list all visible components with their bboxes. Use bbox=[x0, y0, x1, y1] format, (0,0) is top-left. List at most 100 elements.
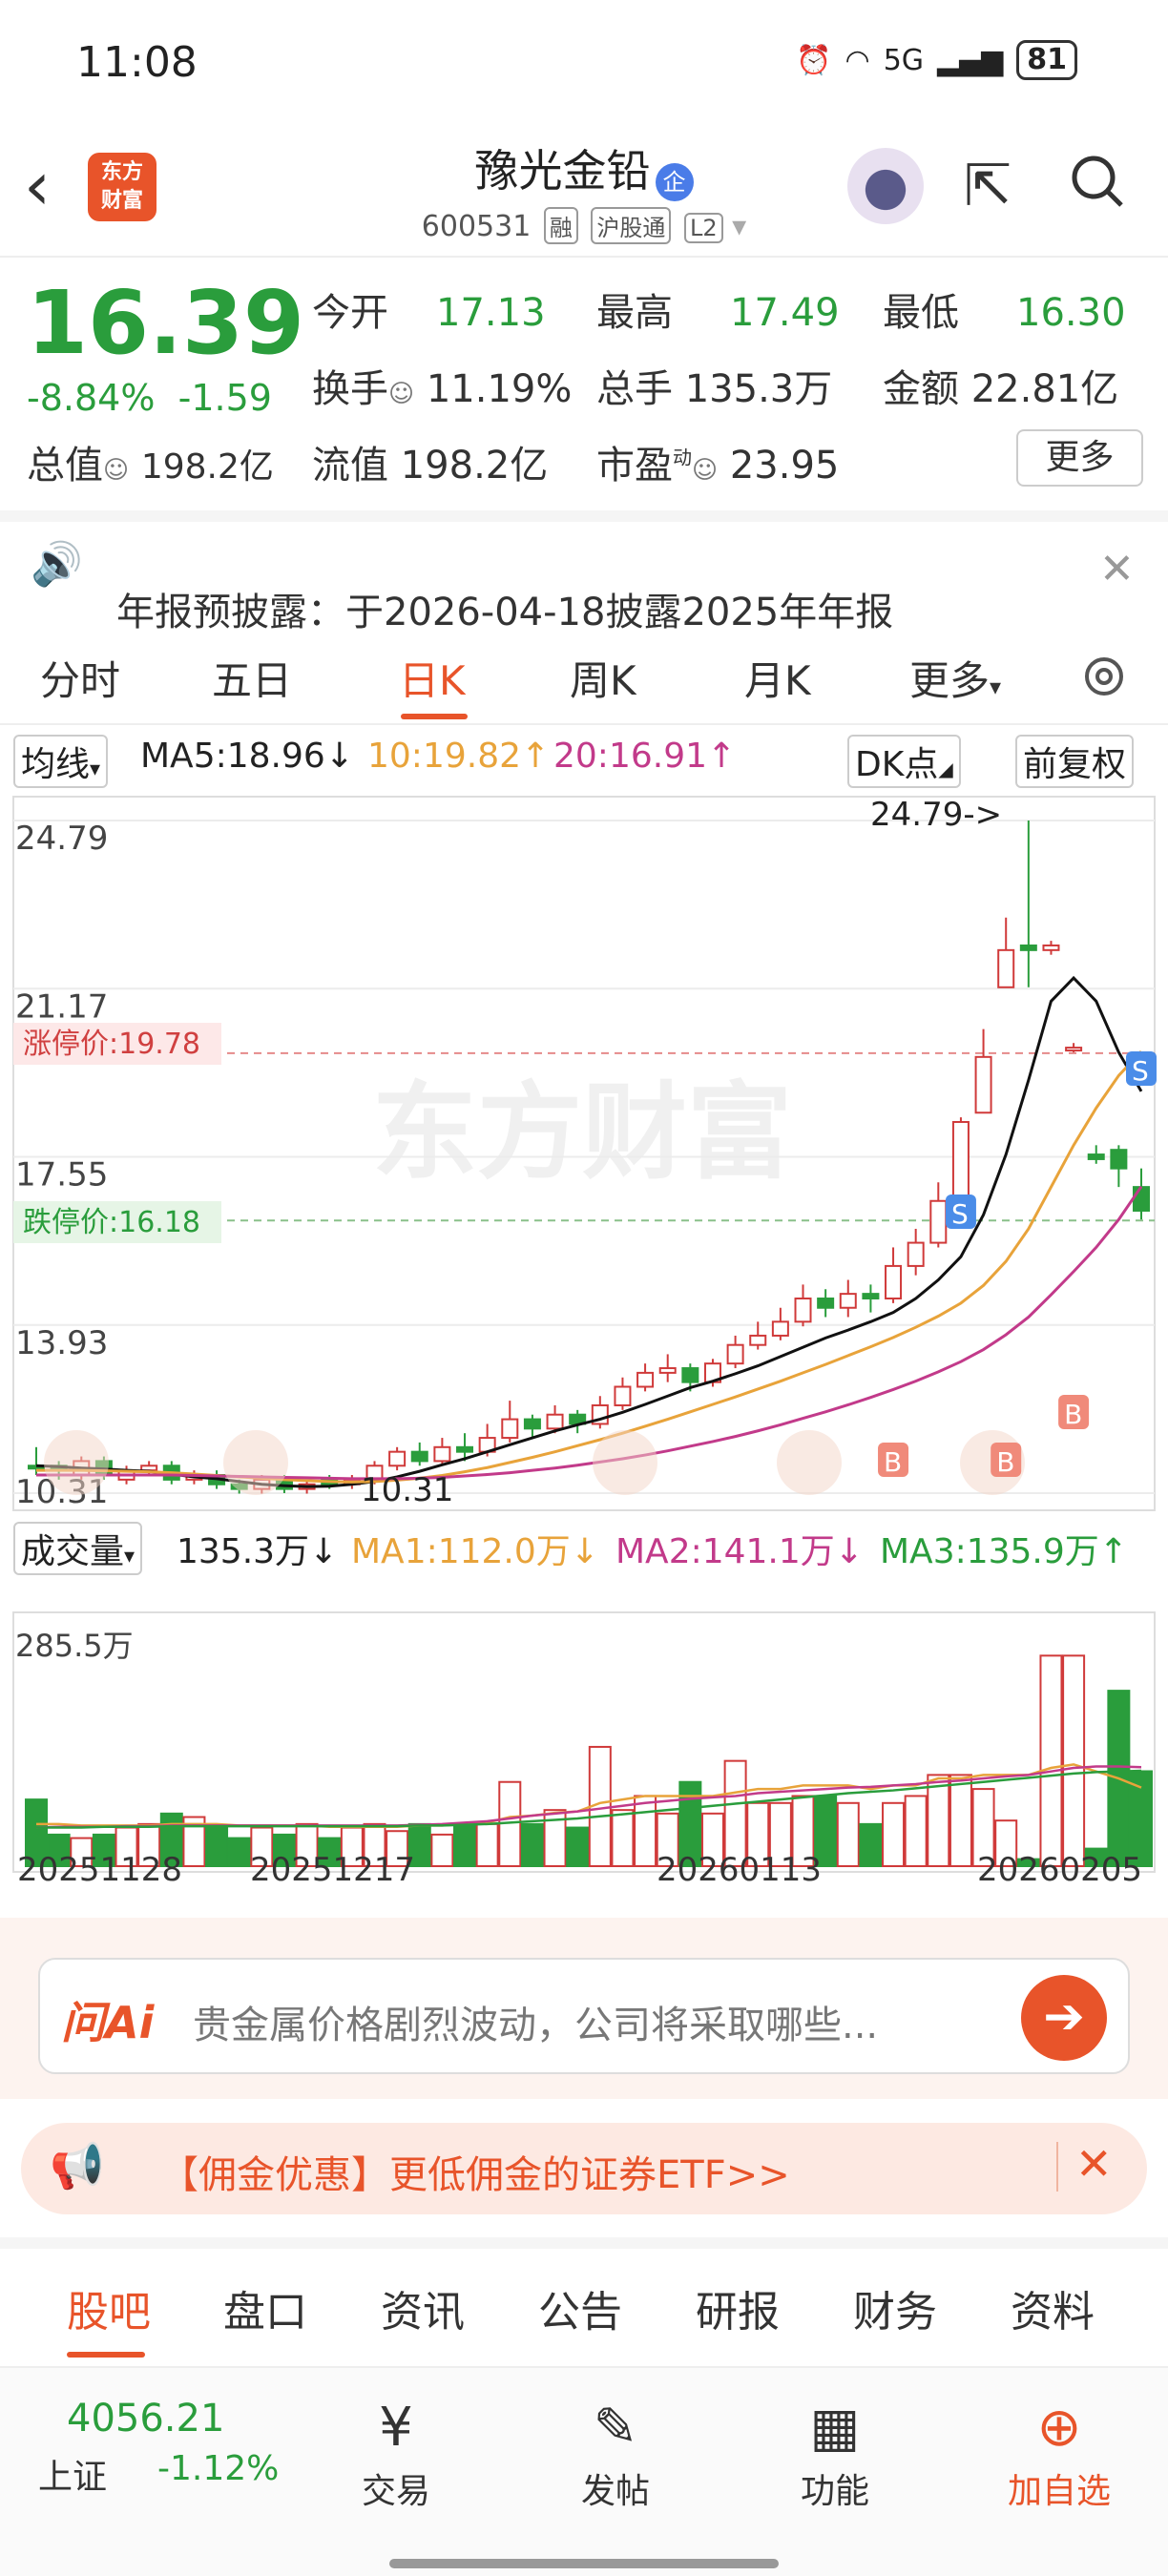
nav-trade[interactable]: ¥ 交易 bbox=[320, 2392, 472, 2513]
ai-section: 问Ai 贵金属价格剧烈波动，公司将采取哪些... ➔ bbox=[0, 1918, 1168, 2099]
nav-add-label: 加自选 bbox=[1007, 2472, 1111, 2511]
tab-more[interactable]: 更多▾ bbox=[909, 649, 1001, 707]
candle-body bbox=[1019, 944, 1037, 951]
mktcap-value: 198.2亿 bbox=[140, 447, 274, 487]
dk-point-button[interactable]: DK点◢ bbox=[847, 735, 961, 788]
zoom-out-icon[interactable] bbox=[223, 1430, 288, 1495]
kline-tabs: 分时 五日 日K 周K 月K 更多▾ bbox=[0, 625, 1168, 725]
divider bbox=[1056, 2142, 1058, 2192]
tab-research[interactable]: 研报 bbox=[696, 2277, 780, 2338]
tab-five-day[interactable]: 五日 bbox=[212, 649, 292, 707]
y-tick-label: 13.93 bbox=[15, 1324, 108, 1362]
index-percent[interactable]: -1.12% bbox=[157, 2449, 279, 2488]
promo-banner[interactable]: 📢 【佣金优惠】更低佣金的证券ETF>> ✕ bbox=[21, 2123, 1147, 2214]
high-label: 最高 bbox=[596, 291, 673, 335]
ma-select[interactable]: 均线▾ bbox=[13, 735, 109, 788]
caret-down-icon: ▾ bbox=[90, 758, 101, 781]
date-label: 20251217 bbox=[250, 1851, 416, 1889]
info-icon[interactable]: ☺ bbox=[692, 456, 718, 485]
high-row: 最高 17.49 bbox=[596, 281, 840, 337]
tab-guba[interactable]: 股吧 bbox=[67, 2277, 151, 2338]
prev-icon[interactable] bbox=[593, 1430, 657, 1495]
tab-day-k[interactable]: 日K bbox=[399, 649, 466, 707]
candle-body bbox=[1110, 1149, 1128, 1170]
info-icon[interactable]: ☺ bbox=[103, 456, 129, 485]
close-icon[interactable]: ✕ bbox=[1075, 2138, 1113, 2190]
ai-query-text: 贵金属价格剧烈波动，公司将采取哪些... bbox=[193, 2004, 879, 2047]
candle-body bbox=[771, 1320, 789, 1337]
close-icon[interactable]: ✕ bbox=[1099, 545, 1135, 593]
candle-body bbox=[636, 1371, 655, 1388]
nav-trade-label: 交易 bbox=[361, 2472, 430, 2511]
turnover-row: 换手☺ 11.19% bbox=[312, 358, 572, 413]
ma-select-label: 均线 bbox=[21, 745, 91, 784]
plus-circle-icon: ⊕ bbox=[1036, 2397, 1082, 2459]
candle-body bbox=[410, 1450, 428, 1463]
mktcap-row: 总值☺ 198.2亿 bbox=[27, 434, 274, 489]
trade-icon: ¥ bbox=[379, 2397, 413, 2459]
adjust-button[interactable]: 前复权 bbox=[1015, 735, 1135, 788]
info-icon[interactable]: ☺ bbox=[388, 380, 414, 408]
volume-label: 总手 bbox=[596, 367, 673, 411]
tab-news[interactable]: 资讯 bbox=[381, 2277, 465, 2338]
share-icon[interactable]: ⇱ bbox=[964, 153, 1012, 219]
search-icon[interactable] bbox=[1069, 153, 1126, 210]
limit-up-label: 涨停价:19.78 bbox=[23, 1028, 200, 1061]
candle-body bbox=[794, 1297, 812, 1323]
active-tab-indicator bbox=[401, 714, 468, 719]
dk-label: DK点 bbox=[855, 745, 939, 784]
index-name[interactable]: 上证 bbox=[38, 2449, 107, 2499]
tab-announcements[interactable]: 公告 bbox=[538, 2277, 622, 2338]
tab-minute[interactable]: 分时 bbox=[40, 649, 120, 707]
current-price: 16.39 bbox=[27, 272, 305, 374]
candle-body bbox=[839, 1293, 857, 1309]
speaker-icon: 🔊 bbox=[31, 540, 83, 589]
nav-post[interactable]: ✎ 发帖 bbox=[539, 2392, 692, 2513]
nav-functions-label: 功能 bbox=[800, 2472, 869, 2511]
kline-chart[interactable]: 东方财富 24.79 21.17 17.55 13.93 10.31 涨停价:19.78… bbox=[0, 787, 1168, 1522]
ai-robot-icon[interactable] bbox=[847, 148, 924, 224]
tab-week-k[interactable]: 周K bbox=[570, 649, 636, 707]
status-bar: 11:08 ⏰ ◠ 5G ▂▄▆ 81 bbox=[0, 0, 1168, 129]
candle-body bbox=[433, 1445, 451, 1463]
nav-add-watchlist[interactable]: ⊕ 加自选 bbox=[983, 2392, 1136, 2513]
dropdown-icon[interactable]: ▾ bbox=[732, 210, 746, 243]
caret-down-icon: ▾ bbox=[124, 1545, 136, 1568]
low-label: 最低 bbox=[883, 291, 959, 335]
pe-label: 市盈 bbox=[596, 444, 673, 488]
tab-finance[interactable]: 财务 bbox=[853, 2277, 937, 2338]
amount-row: 金额 22.81亿 bbox=[883, 358, 1118, 413]
candle-body bbox=[546, 1413, 564, 1430]
candle-body bbox=[1042, 944, 1060, 951]
candle-body bbox=[974, 1055, 992, 1114]
notice-bar: 🔊 年报预披露：于2026-04-18披露2025年年报 ✕ bbox=[0, 510, 1168, 634]
candle-body bbox=[862, 1293, 880, 1299]
next-icon[interactable] bbox=[777, 1430, 842, 1495]
caret-down-icon: ▾ bbox=[990, 674, 1002, 700]
index-value[interactable]: 4056.21 bbox=[67, 2397, 224, 2441]
more-button[interactable]: 更多 bbox=[1016, 429, 1143, 487]
open-label: 今开 bbox=[312, 291, 388, 335]
stock-code: 600531 bbox=[421, 209, 532, 243]
home-indicator bbox=[389, 2559, 779, 2568]
volume-bar bbox=[475, 1822, 499, 1867]
tab-profile[interactable]: 资料 bbox=[1011, 2277, 1095, 2338]
signal-label: B bbox=[1064, 1399, 1082, 1430]
ai-query-box[interactable]: 问Ai 贵金属价格剧烈波动，公司将采取哪些... ➔ bbox=[38, 1958, 1130, 2074]
enterprise-badge: 企 bbox=[655, 162, 694, 201]
ma20-value: 20:16.91↑ bbox=[553, 737, 737, 776]
price-change: -8.84% -1.59 bbox=[27, 377, 272, 419]
tab-month-k[interactable]: 月K bbox=[744, 649, 811, 707]
settings-icon[interactable] bbox=[1076, 649, 1132, 704]
volume-bar bbox=[1039, 1654, 1063, 1867]
float-value: 198.2亿 bbox=[400, 444, 549, 488]
candle-body bbox=[726, 1343, 744, 1365]
volume-row: 总手 135.3万 bbox=[596, 358, 832, 413]
grid-icon: ▦ bbox=[809, 2397, 861, 2459]
volume-bar bbox=[634, 1795, 657, 1868]
arrow-right-icon[interactable]: ➔ bbox=[1021, 1975, 1107, 2061]
nav-functions[interactable]: ▦ 功能 bbox=[759, 2392, 911, 2513]
tab-pankou[interactable]: 盘口 bbox=[223, 2277, 307, 2338]
volume-select[interactable]: 成交量▾ bbox=[13, 1522, 143, 1575]
scroll-left-icon[interactable] bbox=[44, 1430, 109, 1495]
